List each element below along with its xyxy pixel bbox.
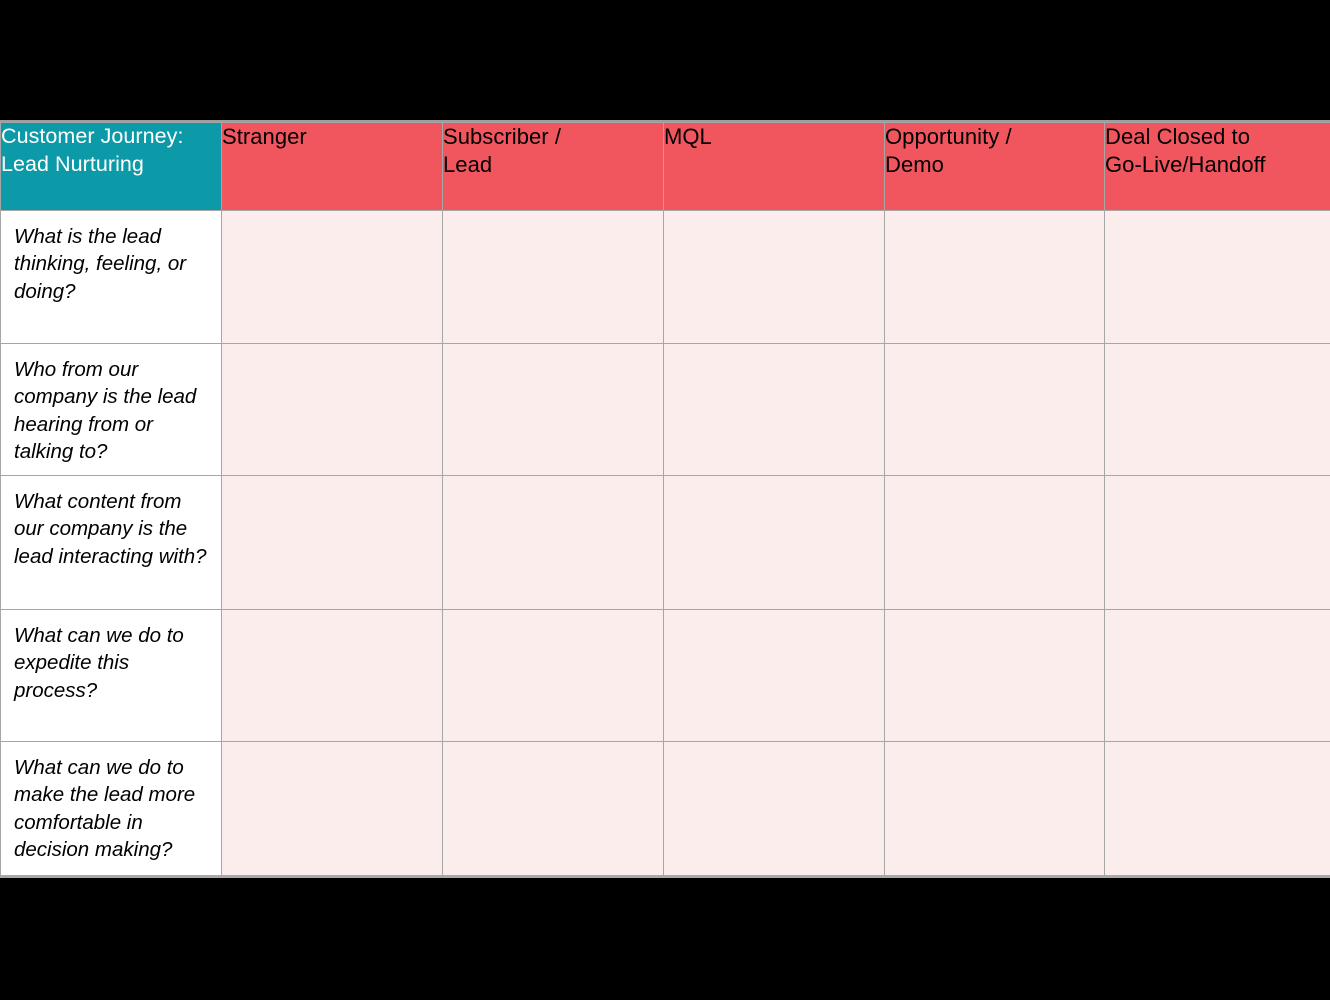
cell-r0-stranger[interactable] <box>221 210 443 344</box>
cell-r3-stranger[interactable] <box>221 609 443 742</box>
cell-r2-mql[interactable] <box>663 475 885 610</box>
cell-r0-subscriber-lead[interactable] <box>442 210 664 344</box>
table-row: What content from our company is the lea… <box>0 475 1330 610</box>
cell-r2-opportunity-demo[interactable] <box>884 475 1105 610</box>
table-row: What is the lead thinking, feeling, or d… <box>0 210 1330 344</box>
stage-header-opportunity-demo: Opportunity / Demo <box>884 122 1105 211</box>
cell-r1-opportunity-demo[interactable] <box>884 343 1105 476</box>
cell-r1-stranger[interactable] <box>221 343 443 476</box>
stage-header-opportunity-demo-line-2: Demo <box>885 152 944 178</box>
cell-r2-subscriber-lead[interactable] <box>442 475 664 610</box>
table-row: What can we do to expedite this process? <box>0 609 1330 742</box>
customer-journey-table: Customer Journey: Lead Nurturing Strange… <box>0 122 1330 875</box>
cell-r4-deal-closed[interactable] <box>1104 741 1330 875</box>
table-header-row: Customer Journey: Lead Nurturing Strange… <box>0 122 1330 211</box>
stage-header-mql-line-1: MQL <box>664 124 712 149</box>
cell-r4-subscriber-lead[interactable] <box>442 741 664 875</box>
row-question-who-hearing-from: Who from our company is the lead hearing… <box>0 343 222 476</box>
stage-header-deal-closed-line-1: Deal Closed to <box>1105 124 1250 149</box>
row-question-what-content: What content from our company is the lea… <box>0 475 222 610</box>
slide-stage: Customer Journey: Lead Nurturing Strange… <box>0 0 1330 1000</box>
cell-r3-deal-closed[interactable] <box>1104 609 1330 742</box>
cell-r0-mql[interactable] <box>663 210 885 344</box>
stage-header-stranger: Stranger <box>221 122 443 211</box>
stage-header-subscriber-lead: Subscriber / Lead <box>442 122 664 211</box>
table-row: What can we do to make the lead more com… <box>0 741 1330 875</box>
cell-r1-deal-closed[interactable] <box>1104 343 1330 476</box>
table-row: Who from our company is the lead hearing… <box>0 343 1330 476</box>
stage-header-subscriber-lead-line-1: Subscriber / <box>443 124 561 149</box>
stage-header-opportunity-demo-line-1: Opportunity / <box>885 124 1012 149</box>
stage-header-deal-closed: Deal Closed to Go-Live/Handoff <box>1104 122 1330 211</box>
cell-r0-deal-closed[interactable] <box>1104 210 1330 344</box>
cell-r3-subscriber-lead[interactable] <box>442 609 664 742</box>
letterbox-bar-bottom <box>0 878 1330 1000</box>
customer-journey-table-container: Customer Journey: Lead Nurturing Strange… <box>0 120 1330 878</box>
stage-header-deal-closed-line-2: Go-Live/Handoff <box>1105 152 1266 178</box>
table-title-line-2: Lead Nurturing <box>1 151 144 176</box>
stage-header-subscriber-lead-line-2: Lead <box>443 152 493 178</box>
table-title-cell: Customer Journey: Lead Nurturing <box>0 122 222 211</box>
cell-r1-mql[interactable] <box>663 343 885 476</box>
cell-r1-subscriber-lead[interactable] <box>442 343 664 476</box>
table-title-line-1: Customer Journey: <box>1 124 184 148</box>
cell-r4-mql[interactable] <box>663 741 885 875</box>
cell-r2-stranger[interactable] <box>221 475 443 610</box>
cell-r4-opportunity-demo[interactable] <box>884 741 1105 875</box>
letterbox-bar-top <box>0 0 1330 120</box>
cell-r0-opportunity-demo[interactable] <box>884 210 1105 344</box>
row-question-thinking-feeling-doing: What is the lead thinking, feeling, or d… <box>0 210 222 344</box>
cell-r3-mql[interactable] <box>663 609 885 742</box>
cell-r3-opportunity-demo[interactable] <box>884 609 1105 742</box>
row-question-expedite-process: What can we do to expedite this process? <box>0 609 222 742</box>
cell-r2-deal-closed[interactable] <box>1104 475 1330 610</box>
row-question-comfortable-decision-making: What can we do to make the lead more com… <box>0 741 222 875</box>
stage-header-mql: MQL <box>663 122 885 211</box>
cell-r4-stranger[interactable] <box>221 741 443 875</box>
stage-header-stranger-line-1: Stranger <box>222 124 307 149</box>
